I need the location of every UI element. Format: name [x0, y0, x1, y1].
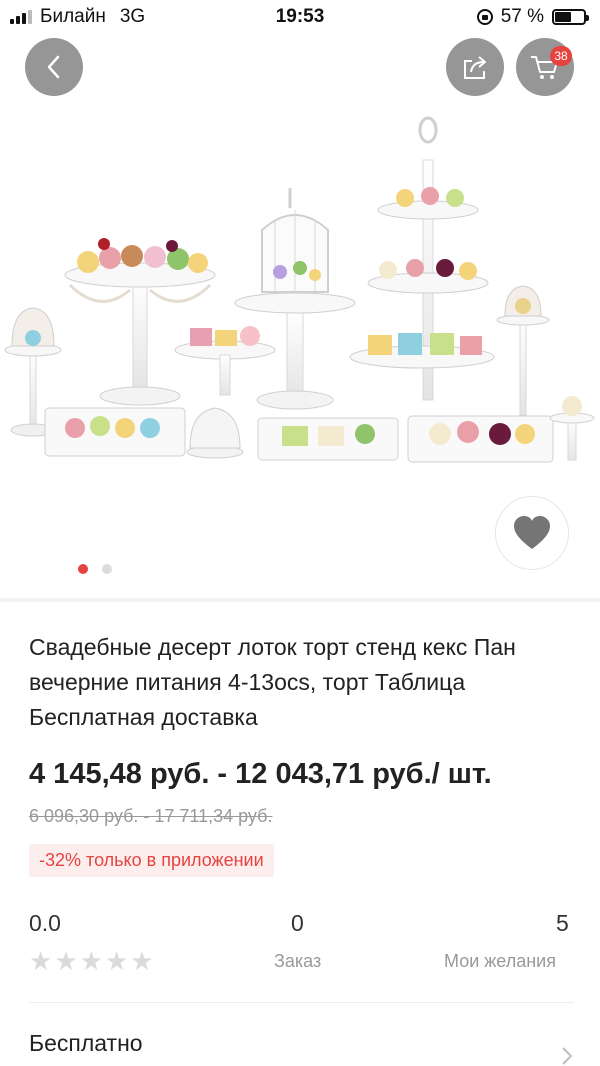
gallery-pagination[interactable] [78, 564, 112, 574]
section-separator [0, 598, 600, 602]
wishlist-count: 5 [556, 910, 569, 936]
wishlist-label: Мои желания [444, 951, 556, 971]
star-icon: ★ [130, 946, 154, 976]
chevron-right-icon[interactable] [560, 1046, 574, 1066]
shipping-label[interactable]: Бесплатно [29, 1030, 143, 1057]
wishlist-button[interactable] [495, 496, 569, 570]
star-icon: ★ [104, 946, 129, 976]
chevron-left-icon [47, 55, 60, 79]
dessert-stands-illustration [4, 116, 595, 463]
heart-icon [514, 516, 550, 549]
product-price: 4 145,48 руб. - 12 043,71 руб./ шт. [29, 758, 492, 790]
divider [29, 1002, 574, 1003]
share-icon [464, 56, 486, 79]
orders-label: Заказ [274, 951, 322, 971]
orders-count: 0 [291, 910, 304, 936]
battery-percent: 57 % [500, 6, 544, 27]
back-button[interactable] [25, 38, 83, 96]
star-icon: ★ [29, 946, 53, 976]
rating-stars[interactable]: ★ ★ ★ ★ ★ [29, 948, 154, 974]
battery-icon [552, 9, 589, 25]
star-icon: ★ [79, 946, 103, 976]
product-title: Свадебные десерт лоток торт стенд кекс П… [29, 634, 516, 730]
product-old-price: 6 096,30 руб. - 17 711,34 руб. [29, 806, 273, 826]
status-right: 57 % [476, 6, 589, 28]
share-button[interactable] [446, 38, 504, 96]
cart-button[interactable]: 38 [516, 38, 574, 96]
pagination-dot[interactable] [102, 564, 112, 574]
battery-fill [555, 12, 571, 22]
status-bar: Билайн 3G 19:53 57 % [0, 0, 600, 36]
app-discount-badge: -32% только в приложении [29, 844, 274, 877]
orientation-lock-icon [476, 9, 493, 25]
cart-count-badge: 38 [550, 46, 572, 66]
pagination-dot-active[interactable] [78, 564, 88, 574]
star-icon: ★ [54, 946, 78, 976]
rating-value: 0.0 [29, 910, 61, 936]
